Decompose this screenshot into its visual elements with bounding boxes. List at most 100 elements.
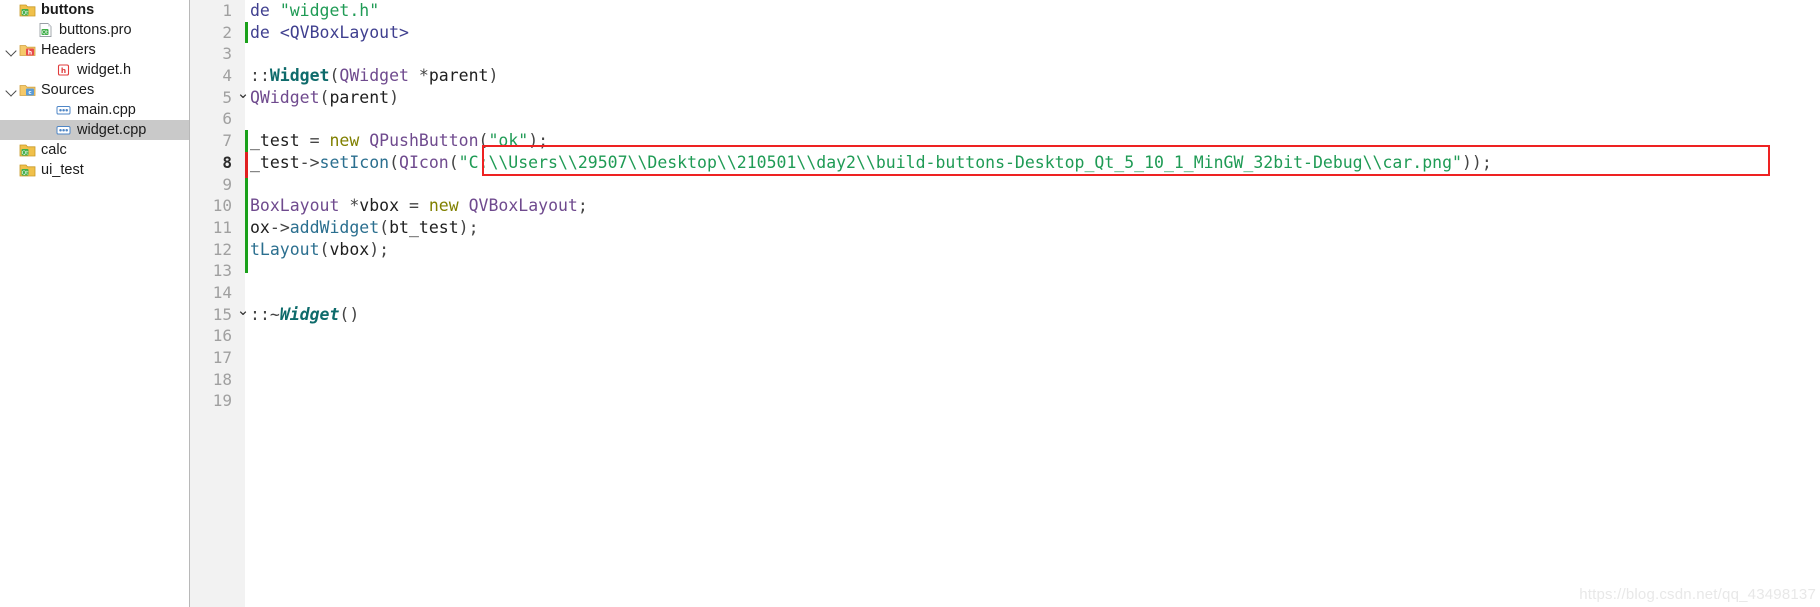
svg-text:Qt: Qt [42,30,48,36]
code-line[interactable]: 4::Widget(QWidget *parent) [190,65,1820,87]
code-line[interactable]: 14 [190,282,1820,304]
line-number: 3 [222,44,232,64]
svg-text:c: c [28,90,31,96]
svg-text:Qt: Qt [22,10,29,16]
code-line[interactable]: 5 ⌄ QWidget(parent) [190,85,1820,109]
text-caret [245,22,247,42]
code-line[interactable]: 15 ⌄::~Widget() [190,302,1820,326]
sidebar-item-main-cpp[interactable]: main.cpp [0,100,190,120]
sidebar-item-label: widget.h [77,62,132,78]
line-number: 14 [212,282,232,302]
code-line-text: ::~Widget() [250,304,360,324]
cpp-file-icon [55,102,72,118]
sidebar-item-buttons[interactable]: Qt buttons [0,0,190,20]
code-line-text: ::Widget(QWidget *parent) [250,66,499,86]
line-number: 11 [212,217,232,237]
line-number: 17 [212,348,232,367]
fold-chevron-down-icon[interactable]: ⌄ [236,83,250,105]
code-line-text: ox->addWidget(bt_test); [250,217,479,237]
code-line[interactable]: 12 tLayout(vbox); [190,239,1820,261]
code-lines[interactable]: 1 de "widget.h"2 de <QVBoxLayout>3 4::Widge… [190,0,1820,607]
line-number: 6 [222,109,232,129]
line-number: 10 [212,196,232,216]
qt-creator-window: Qt buttons Qt buttons.pro h Headers h widget.h c… [0,0,1820,607]
cpp-file-icon [55,122,72,138]
sidebar-item-calc[interactable]: Qt calc [0,140,190,160]
line-number: 4 [222,66,232,86]
sidebar-item-widget-cpp[interactable]: widget.cpp [0,120,190,140]
sidebar-item-label: buttons [41,2,95,18]
sidebar-item-buttons-pro[interactable]: Qt buttons.pro [0,20,190,40]
code-line-text: de <QVBoxLayout> [250,22,409,42]
watermark-text: https://blog.csdn.net/qq_43498137 [1579,586,1816,603]
svg-text:Qt: Qt [22,170,29,176]
code-line-text: tLayout(vbox); [250,239,390,259]
line-number: 9 [222,174,232,194]
sidebar-item-label: buttons.pro [59,22,132,38]
code-line[interactable]: 6 [190,108,1820,130]
pro-file-icon: Qt [37,22,54,38]
svg-text:Qt: Qt [22,150,29,156]
code-line[interactable]: 3 [190,43,1820,65]
sidebar-item-widget-h[interactable]: h widget.h [0,60,190,80]
code-line[interactable]: 18 [190,369,1820,391]
code-line[interactable]: 9 [190,174,1820,196]
sources-folder-icon: c [19,82,36,98]
sidebar-item-label: main.cpp [77,102,136,118]
sidebar-item-ui-test[interactable]: Qt ui_test [0,160,190,180]
line-number: 13 [212,261,232,281]
qt-project-icon: Qt [19,162,36,178]
tree-arrow-placeholder [3,162,19,178]
line-number: 12 [212,239,232,259]
code-line[interactable]: 8 _test->setIcon(QIcon("C:\\Users\\29507\… [190,152,1820,174]
tree-arrow-placeholder [39,102,55,118]
project-tree-sidebar: Qt buttons Qt buttons.pro h Headers h widget.h c… [0,0,190,607]
code-line-text: BoxLayout *vbox = new QVBoxLayout; [250,196,588,216]
code-line[interactable]: 16 [190,325,1820,347]
code-line-text: de "widget.h" [250,1,380,20]
fold-chevron-down-icon[interactable]: ⌄ [236,300,250,322]
line-number: 16 [212,326,232,346]
tree-arrow-placeholder [21,22,37,38]
code-line-text: _test = new QPushButton("ok"); [250,131,549,151]
code-line[interactable]: 2 de <QVBoxLayout> [190,22,1820,44]
sidebar-item-label: Headers [41,42,96,58]
code-line-text: _test->setIcon(QIcon("C:\\Users\\29507\\… [250,152,1492,172]
project-tree: Qt buttons Qt buttons.pro h Headers h widget.h c… [0,0,190,180]
chevron-down-icon[interactable] [3,42,19,58]
code-line-text: QWidget(parent) [250,87,400,107]
line-number: 15 [212,304,232,324]
headers-folder-icon: h [19,42,36,58]
qt-project-icon: Qt [19,142,36,158]
code-line[interactable]: 17 [190,347,1820,369]
code-line[interactable]: 1 de "widget.h" [190,0,1820,22]
h-file-icon: h [55,62,72,78]
line-number: 2 [222,22,232,42]
sidebar-item-label: Sources [41,82,95,98]
code-line[interactable]: 11 ox->addWidget(bt_test); [190,217,1820,239]
qt-project-icon: Qt [19,2,36,18]
line-number: 18 [212,369,232,389]
code-line[interactable]: 7 _test = new QPushButton("ok"); [190,130,1820,152]
tree-arrow-placeholder [39,122,55,138]
line-number: 5 [222,87,232,107]
line-number: 19 [212,391,232,411]
code-line[interactable]: 13 [190,260,1820,282]
code-line[interactable]: 19 [190,390,1820,412]
line-number: 8 [222,152,232,172]
line-number: 7 [222,131,232,151]
chevron-down-icon[interactable] [3,82,19,98]
sidebar-item-label: calc [41,142,67,158]
tree-arrow-placeholder [3,2,19,18]
line-number: 1 [222,1,232,20]
code-editor[interactable]: 1 de "widget.h"2 de <QVBoxLayout>3 4::Widge… [190,0,1820,607]
svg-text:h: h [28,49,32,56]
sidebar-item-label: widget.cpp [77,122,147,138]
tree-arrow-placeholder [3,142,19,158]
sidebar-item-sources[interactable]: c Sources [0,80,190,100]
sidebar-item-label: ui_test [41,162,84,178]
svg-text:h: h [61,66,66,75]
tree-arrow-placeholder [39,62,55,78]
sidebar-item-headers[interactable]: h Headers [0,40,190,60]
code-line[interactable]: 10 BoxLayout *vbox = new QVBoxLayout; [190,195,1820,217]
